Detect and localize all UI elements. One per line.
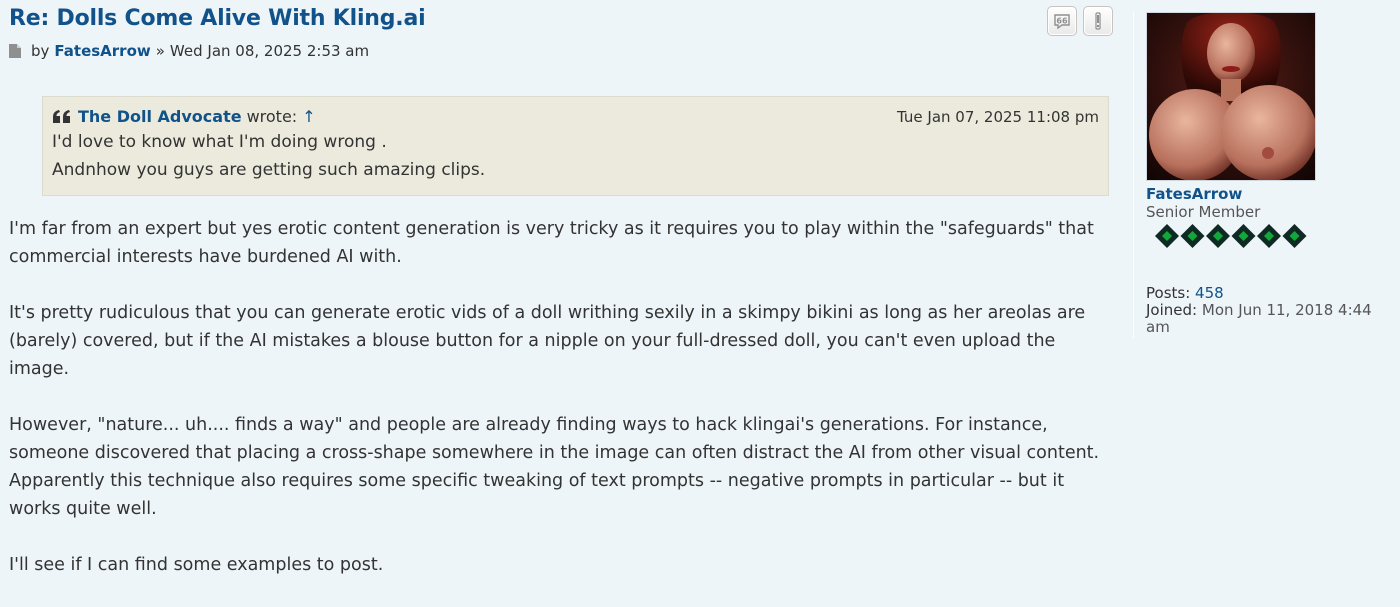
- content-paragraph: I'll see if I can find some examples to …: [9, 555, 384, 575]
- avatar[interactable]: [1146, 12, 1316, 181]
- post-buttons: 66: [1047, 6, 1113, 36]
- quote-author-link[interactable]: The Doll Advocate: [78, 107, 242, 126]
- by-label: by: [31, 42, 50, 60]
- quote-date: Tue Jan 07, 2025 11:08 pm: [897, 107, 1099, 126]
- posts-count-link[interactable]: 458: [1195, 284, 1224, 302]
- rank-diamonds-icon: [1155, 224, 1307, 248]
- content-paragraph: However, "nature... uh.... finds a way" …: [9, 415, 1100, 519]
- profile-username-link[interactable]: FatesArrow: [1146, 185, 1242, 203]
- view-quoted-post-link[interactable]: ↑: [302, 107, 315, 126]
- file-icon: [9, 44, 21, 58]
- post-date: Wed Jan 08, 2025 2:53 am: [169, 42, 370, 60]
- quote-marks-icon: [53, 109, 70, 123]
- report-icon: [1095, 12, 1101, 30]
- quote-wrote-label: wrote:: [246, 107, 298, 126]
- content-paragraph: It's pretty rudiculous that you can gene…: [9, 303, 1086, 379]
- quote-line: Andnhow you guys are getting such amazin…: [52, 160, 486, 180]
- post-author-link[interactable]: FatesArrow: [54, 42, 150, 60]
- profile-stats: Posts: 458 Joined: Mon Jun 11, 2018 4:44…: [1146, 285, 1396, 336]
- svg-text:66: 66: [1056, 17, 1068, 26]
- profile-joined: Joined: Mon Jun 11, 2018 4:44 am: [1146, 302, 1396, 336]
- post-content: I'm far from an expert but yes erotic co…: [9, 215, 1119, 607]
- content-paragraph: I'm far from an expert but yes erotic co…: [9, 219, 1094, 267]
- quote-header: The Doll Advocate wrote: ↑ Tue Jan 07, 2…: [52, 107, 1099, 126]
- post-byline: by FatesArrow » Wed Jan 08, 2025 2:53 am: [9, 42, 369, 60]
- quote-line: I'd love to know what I'm doing wrong .: [52, 132, 387, 152]
- posts-label: Posts:: [1146, 284, 1191, 302]
- quote-block: The Doll Advocate wrote: ↑ Tue Jan 07, 2…: [42, 96, 1109, 196]
- quote-icon: 66: [1054, 14, 1070, 29]
- report-button[interactable]: [1083, 6, 1113, 36]
- post-title[interactable]: Re: Dolls Come Alive With Kling.ai: [9, 6, 426, 31]
- profile-rank-title: Senior Member: [1146, 203, 1261, 221]
- profile-posts: Posts: 458: [1146, 285, 1396, 302]
- byline-separator: »: [155, 42, 165, 60]
- joined-label: Joined:: [1146, 301, 1198, 319]
- quote-button[interactable]: 66: [1047, 6, 1077, 36]
- post-profile: FatesArrow Senior Member Posts: 458 Join…: [1133, 12, 1400, 338]
